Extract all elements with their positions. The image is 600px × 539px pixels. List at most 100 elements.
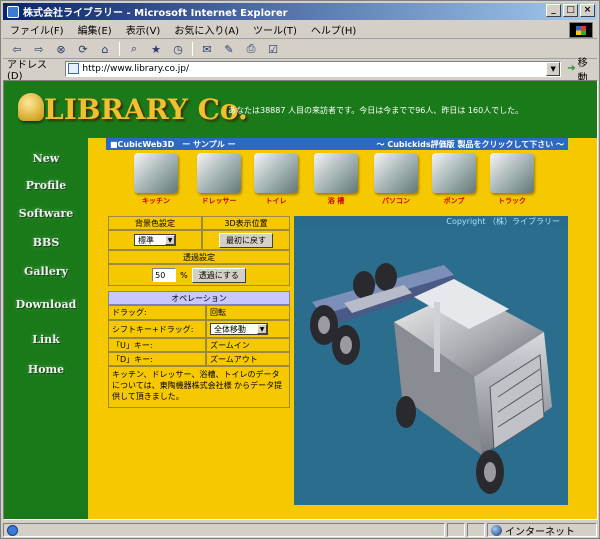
nav-new[interactable]: New xyxy=(4,152,88,165)
op-key-shift-drag: シフトキー+ドラッグ: xyxy=(108,320,206,338)
sample-title: ■CubicWeb3D ー サンプル ー xyxy=(110,139,236,149)
go-label: 移動 xyxy=(577,57,588,84)
maximize-button[interactable]: □ xyxy=(563,4,578,17)
menu-favorites[interactable]: お気に入り(A) xyxy=(167,22,246,37)
product-pump[interactable]: ポンプ xyxy=(430,153,478,208)
view-position-header: 3D表示位置 xyxy=(202,216,290,230)
site-logo[interactable]: LIBRARY Co. xyxy=(44,93,248,126)
bathtub-icon xyxy=(314,153,358,193)
nav-home[interactable]: Home xyxy=(4,363,88,376)
product-pc[interactable]: パソコン xyxy=(372,153,420,208)
transparency-cell: 50 % 透過にする xyxy=(108,264,290,286)
ie-icon xyxy=(7,5,19,18)
menu-edit[interactable]: 編集(E) xyxy=(71,22,119,37)
product-dresser[interactable]: ドレッサー xyxy=(195,153,243,208)
go-arrow-icon: ➔ xyxy=(567,63,576,74)
address-bar: アドレス(D) http://www.library.co.jp/ ▼ ➔ 移動 xyxy=(3,58,597,84)
nav-software[interactable]: Software xyxy=(4,207,88,220)
back-icon[interactable]: ⇦ xyxy=(9,42,25,57)
pump-icon xyxy=(432,153,476,193)
menu-file[interactable]: ファイル(F) xyxy=(3,22,71,37)
browser-window: 株式会社ライブラリー - Microsoft Internet Explorer… xyxy=(0,0,600,539)
address-dropdown[interactable]: ▼ xyxy=(546,61,561,76)
reset-view-button[interactable]: 最初に戻す xyxy=(219,232,273,248)
product-strip: キッチン ドレッサー トイレ 浴 槽 パソコン ポンプ トラック xyxy=(132,153,572,208)
transparency-header: 透過設定 xyxy=(108,250,290,264)
product-kitchen[interactable]: キッチン xyxy=(132,153,180,208)
history-icon[interactable]: ◷ xyxy=(170,42,186,57)
product-label: ポンプ xyxy=(443,197,465,205)
nav-gallery[interactable]: Gallery xyxy=(4,265,88,278)
refresh-icon[interactable]: ⟳ xyxy=(75,42,91,57)
mail-icon[interactable]: ✉ xyxy=(199,42,215,57)
product-toilet[interactable]: トイレ xyxy=(252,153,300,208)
status-text-area xyxy=(3,523,445,537)
minimize-button[interactable]: _ xyxy=(546,4,561,17)
product-label: キッチン xyxy=(142,197,170,205)
3d-viewer[interactable] xyxy=(294,227,568,505)
op-value-rotate: 回転 xyxy=(206,305,290,320)
product-label: パソコン xyxy=(382,197,410,205)
page-viewport: LIBRARY Co. あなたは38887 人目の来訪者です。今日は今までで96… xyxy=(3,80,598,520)
chevron-down-icon: ▼ xyxy=(257,324,267,334)
product-label: 浴 槽 xyxy=(327,197,345,205)
address-input[interactable]: http://www.library.co.jp/ ▼ xyxy=(65,60,562,77)
title-bar[interactable]: 株式会社ライブラリー - Microsoft Internet Explorer… xyxy=(3,3,597,20)
op-value-zoom-in: ズームイン xyxy=(206,338,290,352)
toilet-icon xyxy=(254,153,298,193)
home-icon[interactable]: ⌂ xyxy=(97,42,113,57)
search-icon[interactable]: ⌕ xyxy=(126,42,142,57)
op-key-u: 「U」キー: xyxy=(108,338,206,352)
nav-profile[interactable]: Profile xyxy=(4,179,88,192)
go-button[interactable]: ➔ 移動 xyxy=(567,54,597,84)
op-move-cell: 全体移動 ▼ xyxy=(206,320,290,338)
window-title: 株式会社ライブラリー - Microsoft Internet Explorer xyxy=(23,8,288,19)
menu-help[interactable]: ヘルプ(H) xyxy=(304,22,363,37)
page-icon xyxy=(68,63,80,74)
kitchen-icon xyxy=(134,153,178,193)
ie-page-icon xyxy=(7,524,18,536)
product-truck[interactable]: トラック xyxy=(488,153,536,208)
edit-icon[interactable]: ✎ xyxy=(221,42,237,57)
op-key-drag: ドラッグ: xyxy=(108,305,206,320)
bell-logo-icon xyxy=(18,93,44,121)
product-label: トラック xyxy=(498,197,526,205)
status-segment xyxy=(467,523,485,537)
move-mode-select[interactable]: 全体移動 ▼ xyxy=(210,323,268,335)
truck-model-icon xyxy=(310,263,552,494)
nav-link[interactable]: Link xyxy=(4,333,88,346)
sample-title-bar: ■CubicWeb3D ー サンプル ー ～ Cubickids評価版 製品をク… xyxy=(106,138,568,150)
data-credit-note: キッチン、ドレッサー、浴槽、トイレのデータについては、東陶機器株式会社様 からデ… xyxy=(108,366,290,408)
bg-color-select[interactable]: 標準 ▼ xyxy=(134,234,176,246)
discuss-icon[interactable]: ☑ xyxy=(265,42,281,57)
security-zone: インターネット xyxy=(487,523,597,538)
windows-logo-icon xyxy=(569,22,593,38)
nav-bbs[interactable]: BBS xyxy=(4,236,88,249)
dresser-icon xyxy=(197,153,241,193)
forward-icon[interactable]: ⇨ xyxy=(31,42,47,57)
address-url: http://www.library.co.jp/ xyxy=(82,63,190,74)
menu-tools[interactable]: ツール(T) xyxy=(246,22,304,37)
move-mode-value: 全体移動 xyxy=(214,324,246,334)
copyright-label: Copyright （株）ライブラリー xyxy=(294,216,568,227)
product-label: ドレッサー xyxy=(201,197,237,205)
sample-instruction: ～ Cubickids評価版 製品をクリックして下さい ～ xyxy=(376,139,564,149)
truck-icon xyxy=(490,153,534,193)
op-value-zoom-out: ズームアウト xyxy=(206,352,290,366)
pc-icon xyxy=(374,153,418,193)
product-label: トイレ xyxy=(265,197,287,205)
transparency-input[interactable]: 50 xyxy=(152,268,177,282)
bg-color-value: 標準 xyxy=(138,235,154,245)
favorites-icon[interactable]: ★ xyxy=(148,42,164,57)
toolbar-separator xyxy=(119,42,120,56)
status-bar: インターネット xyxy=(3,522,597,538)
stop-icon[interactable]: ⊗ xyxy=(53,42,69,57)
nav-download[interactable]: Download xyxy=(4,298,88,311)
print-icon[interactable]: ⎙ xyxy=(243,42,259,57)
chevron-down-icon: ▼ xyxy=(165,235,175,245)
close-button[interactable]: × xyxy=(580,4,595,17)
bg-color-cell: 標準 ▼ xyxy=(108,230,202,250)
make-transparent-button[interactable]: 透過にする xyxy=(191,267,246,283)
menu-view[interactable]: 表示(V) xyxy=(119,22,168,37)
product-bathtub[interactable]: 浴 槽 xyxy=(312,153,360,208)
